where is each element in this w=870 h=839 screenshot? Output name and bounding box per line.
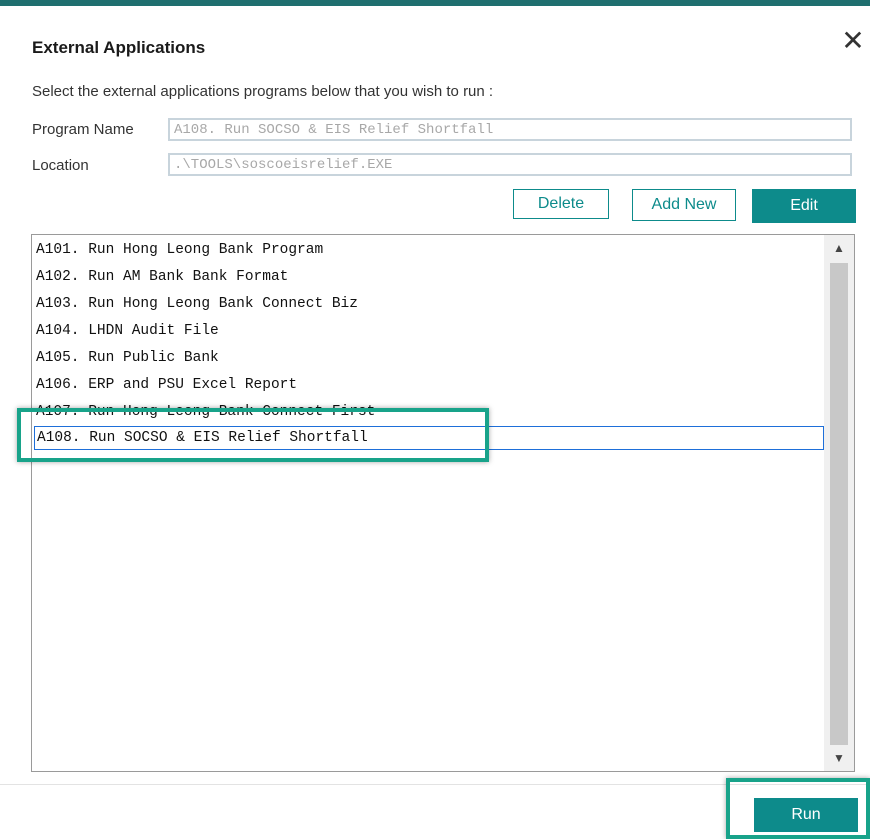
dialog-top-bar xyxy=(0,0,870,6)
run-button[interactable]: Run xyxy=(754,798,858,832)
list-item[interactable]: A101. Run Hong Leong Bank Program xyxy=(36,239,824,261)
program-list-items: A101. Run Hong Leong Bank Program A102. … xyxy=(32,235,824,771)
delete-button[interactable]: Delete xyxy=(513,189,609,219)
list-scrollbar[interactable]: ▲ ▼ xyxy=(824,235,854,771)
list-item[interactable]: A103. Run Hong Leong Bank Connect Biz xyxy=(36,293,824,315)
list-item-selected[interactable]: A108. Run SOCSO & EIS Relief Shortfall xyxy=(34,426,824,450)
program-name-label: Program Name xyxy=(32,121,134,138)
program-list[interactable]: A101. Run Hong Leong Bank Program A102. … xyxy=(31,234,855,772)
list-item[interactable]: A106. ERP and PSU Excel Report xyxy=(36,374,824,396)
chevron-up-icon[interactable]: ▲ xyxy=(824,235,854,261)
footer-divider xyxy=(0,784,870,785)
list-item[interactable]: A102. Run AM Bank Bank Format xyxy=(36,266,824,288)
list-item[interactable]: A107. Run Hong Leong Bank Connect First xyxy=(36,401,824,423)
add-new-button[interactable]: Add New xyxy=(632,189,736,221)
chevron-down-icon[interactable]: ▼ xyxy=(824,745,854,771)
external-applications-dialog: External Applications ✕ Select the exter… xyxy=(0,0,870,839)
instruction-text: Select the external applications program… xyxy=(32,83,494,100)
list-item[interactable]: A105. Run Public Bank xyxy=(36,347,824,369)
program-name-field[interactable] xyxy=(168,118,852,141)
list-item[interactable]: A104. LHDN Audit File xyxy=(36,320,824,342)
dialog-title: External Applications xyxy=(32,38,206,57)
scrollbar-thumb[interactable] xyxy=(830,263,848,745)
close-icon[interactable]: ✕ xyxy=(838,26,868,56)
edit-button[interactable]: Edit xyxy=(752,189,856,223)
location-label: Location xyxy=(32,157,89,174)
location-field[interactable] xyxy=(168,153,852,176)
